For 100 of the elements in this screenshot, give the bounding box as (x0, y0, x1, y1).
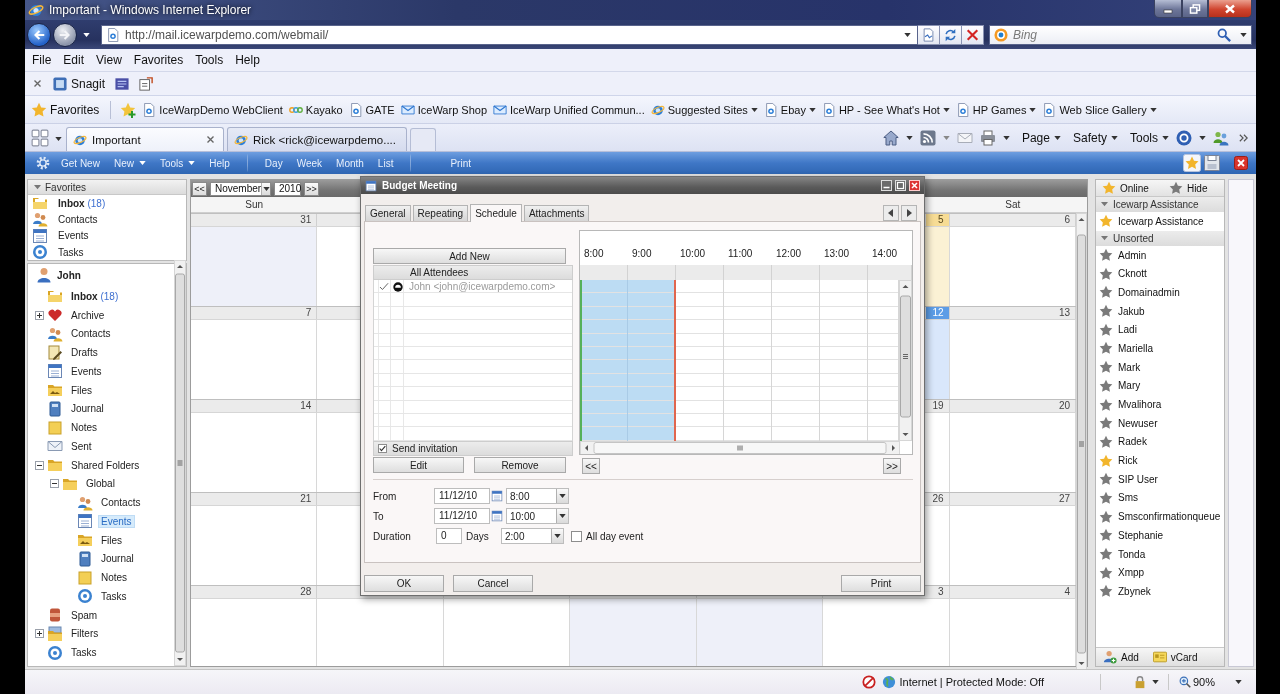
search-field[interactable]: Bing (989, 24, 1252, 45)
contact-name[interactable]: Mvalihora (1118, 399, 1162, 411)
people-icon[interactable] (1213, 129, 1229, 146)
view-button[interactable]: Week (289, 157, 330, 169)
contact-name[interactable]: Radek (1118, 436, 1147, 448)
refresh-icon[interactable] (940, 24, 962, 45)
chevrons-icon[interactable] (1239, 132, 1248, 143)
add-button[interactable]: Add (1103, 650, 1139, 664)
snagit-button[interactable]: Snagit (53, 76, 106, 91)
favorite-link[interactable]: IceWarp Shop (400, 102, 487, 117)
contact-name[interactable]: Newuser (1118, 417, 1158, 429)
presence-button[interactable]: Online (1102, 181, 1149, 195)
check-icon[interactable] (379, 281, 389, 292)
scrollbar[interactable] (1076, 213, 1087, 670)
menu-item[interactable]: File (26, 51, 58, 69)
favorite-link[interactable]: Kayako (288, 102, 343, 117)
time-dropdown[interactable]: 10:00 (506, 508, 569, 524)
zoom-button[interactable]: 90% (1178, 676, 1215, 688)
command-menu[interactable]: Page (1021, 130, 1061, 145)
group-header[interactable]: Unsorted (1096, 230, 1224, 246)
contact-name[interactable]: Stephanie (1118, 529, 1164, 541)
menu-item[interactable]: Favorites (127, 51, 190, 69)
minus-box-icon[interactable] (35, 460, 44, 470)
tree-item[interactable]: Contacts (98, 496, 144, 510)
day-number[interactable]: 20 (1052, 400, 1075, 412)
caret-icon[interactable] (83, 32, 90, 37)
scrollbar[interactable] (580, 441, 900, 454)
home-icon[interactable] (882, 129, 899, 146)
tree-item[interactable]: Spam (68, 608, 101, 622)
minimize-icon[interactable] (881, 180, 892, 191)
tab[interactable]: Repeating (412, 205, 469, 221)
close-icon[interactable] (1234, 156, 1248, 170)
remove-button[interactable]: Remove (474, 457, 566, 473)
month-dropdown[interactable]: November (210, 181, 271, 196)
contact-name[interactable]: Zbynek (1118, 585, 1151, 597)
minimize-button[interactable] (1154, 0, 1182, 18)
cancel-button[interactable]: Cancel (453, 575, 533, 592)
tree-item[interactable]: Global (83, 477, 118, 491)
star-icon[interactable] (1183, 154, 1201, 172)
caret-icon[interactable] (1199, 135, 1206, 140)
day-number[interactable]: 6 (1052, 214, 1075, 226)
folder-item[interactable]: Contacts (55, 212, 101, 226)
caret-icon[interactable] (1240, 32, 1247, 37)
maximize-icon[interactable] (895, 180, 906, 191)
previous-button[interactable]: << (582, 458, 600, 474)
tree-item[interactable]: Shared Folders (68, 458, 143, 472)
time-slot[interactable] (628, 280, 676, 441)
tree-item[interactable]: Files (98, 533, 126, 547)
tree-item[interactable]: John (54, 268, 84, 282)
toolbar-button[interactable]: Get New (54, 157, 107, 169)
contact-name[interactable]: Smsconfirmationqueue (1118, 511, 1221, 523)
date-field[interactable]: 11/12/10 (434, 488, 490, 504)
menu-item[interactable]: Tools (189, 51, 230, 69)
day-number[interactable]: 4 (1052, 586, 1075, 598)
caret-icon[interactable] (905, 135, 913, 140)
plus-box-icon[interactable] (35, 629, 44, 639)
contact-name[interactable]: Cknott (1118, 268, 1147, 280)
browser-tab[interactable]: Rick <rick@icewarpdemo.... (227, 127, 407, 151)
scrollbar[interactable] (899, 280, 912, 441)
tree-item[interactable]: Journal (68, 402, 107, 416)
scrollbar[interactable] (174, 260, 186, 666)
day-cell[interactable] (570, 599, 697, 666)
stop-icon[interactable] (962, 24, 984, 45)
day-number[interactable]: 5 (925, 214, 949, 226)
day-number[interactable]: 7 (293, 307, 317, 319)
calendar-icon[interactable] (491, 490, 503, 502)
day-number[interactable]: 13 (1052, 307, 1075, 319)
folder-item[interactable]: Tasks (55, 245, 87, 259)
day-number[interactable]: 3 (925, 586, 949, 598)
view-button[interactable]: Month (329, 157, 371, 169)
presence-button[interactable]: Hide (1168, 181, 1208, 195)
time-dropdown[interactable]: 8:00 (506, 488, 569, 504)
checkbox[interactable] (571, 530, 582, 542)
day-cell[interactable] (191, 227, 318, 306)
star-plus-icon[interactable] (120, 101, 137, 118)
contact-name[interactable]: Rick (1118, 455, 1138, 467)
tree-item[interactable]: Journal (98, 552, 137, 566)
add-new-button[interactable]: Add New (373, 248, 566, 264)
blocked-icon[interactable] (862, 675, 877, 689)
toolbar-button[interactable]: Tools (152, 157, 203, 169)
contact-name[interactable]: Mariella (1118, 342, 1153, 354)
day-number[interactable]: 26 (925, 493, 949, 505)
browser-tab[interactable]: Important (66, 127, 224, 151)
tree-item[interactable]: Contacts (68, 327, 114, 341)
favorite-link[interactable]: IceWarp Unified Commun... (493, 102, 645, 117)
command-menu[interactable]: Tools (1130, 130, 1169, 145)
folder-item[interactable]: Inbox (18) (55, 196, 109, 210)
menu-item[interactable]: Edit (57, 51, 91, 69)
document-arrow-icon[interactable] (139, 76, 154, 91)
day-number[interactable]: 19 (925, 400, 949, 412)
previous-month-button[interactable]: << (192, 181, 207, 196)
tree-item[interactable]: Archive (68, 308, 108, 322)
plus-box-icon[interactable] (35, 310, 44, 320)
group-header[interactable]: Icewarp Assistance (1096, 197, 1224, 212)
tree-item[interactable]: Sent (68, 439, 95, 453)
caret-icon[interactable] (1151, 680, 1159, 684)
favorite-link[interactable]: IceWarpDemo WebClient (142, 102, 283, 117)
favorite-link[interactable]: GATE (348, 102, 395, 117)
contact-name[interactable]: Mark (1118, 361, 1141, 373)
menu-item[interactable]: Help (229, 51, 266, 69)
